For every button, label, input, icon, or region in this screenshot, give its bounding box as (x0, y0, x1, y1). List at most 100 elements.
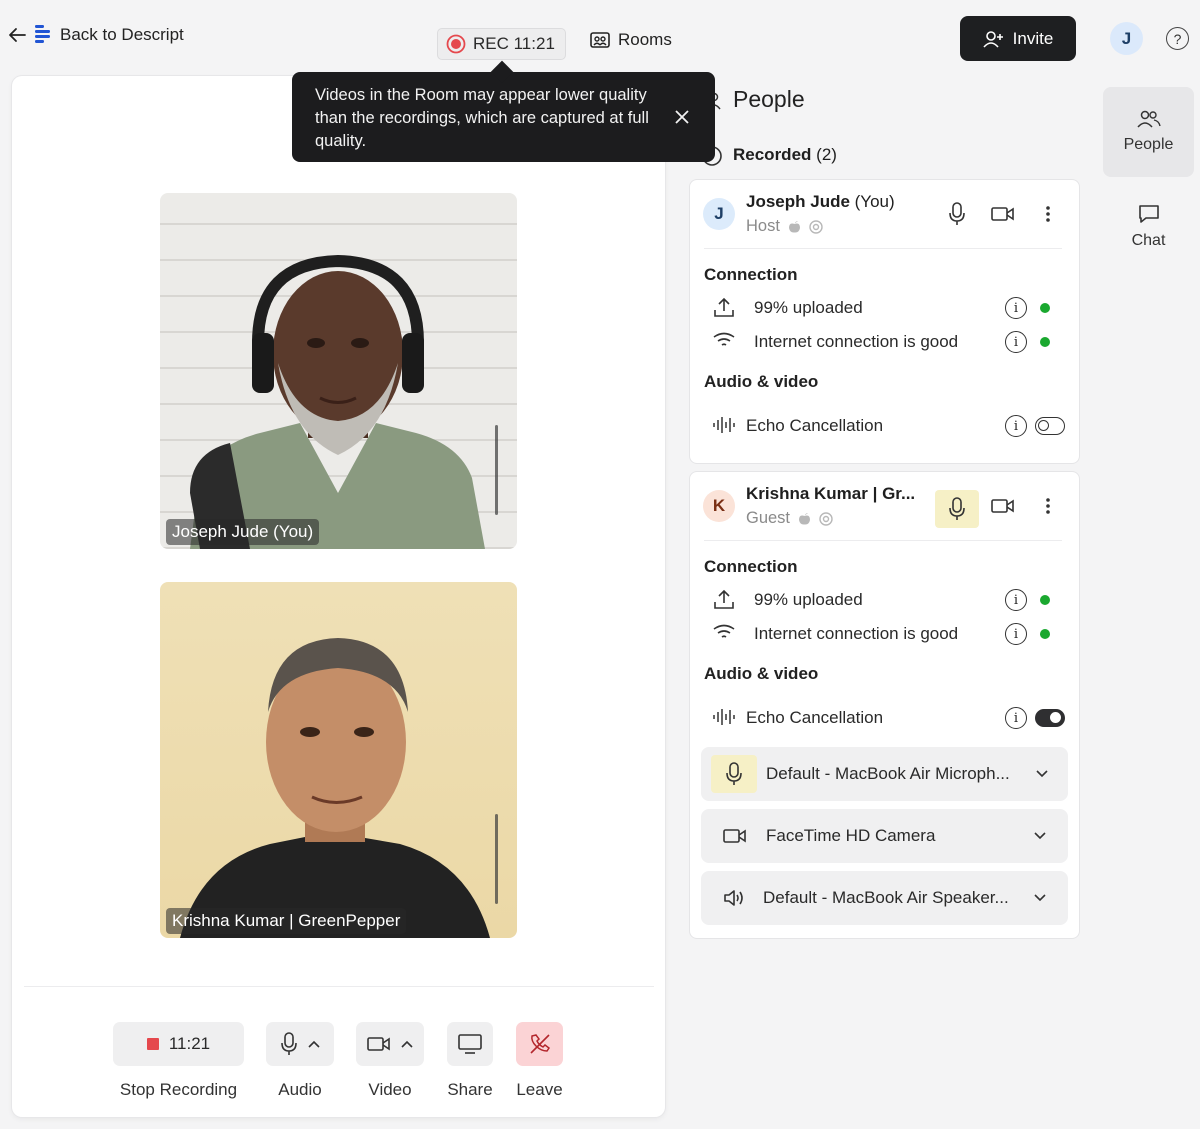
help-button[interactable]: ? (1166, 27, 1189, 50)
share-control[interactable]: Share (447, 1022, 493, 1100)
participant-role-row: Host (746, 217, 895, 236)
participant-name-suffix: (You) (849, 192, 895, 211)
recorded-count: (2) (816, 145, 837, 164)
status-dot (1040, 303, 1050, 313)
browser-icon (819, 511, 833, 526)
recording-indicator: REC 11:21 (437, 28, 566, 60)
camera-select-value: FaceTime HD Camera (766, 826, 936, 845)
recorded-label: Recorded (733, 145, 812, 164)
hang-up-icon (529, 1034, 550, 1054)
echo-cancellation-icon (713, 417, 735, 433)
tooltip-arrow (490, 60, 514, 84)
chat-icon (1138, 205, 1159, 223)
participant-role: Host (746, 217, 780, 235)
speaker-select[interactable]: Default - MacBook Air Speaker... (701, 871, 1068, 925)
video-camera-icon[interactable] (991, 206, 1015, 222)
info-icon[interactable]: i (1005, 707, 1027, 729)
panel-title: People (733, 86, 805, 112)
invite-button[interactable]: Invite (960, 16, 1076, 61)
wifi-icon (713, 624, 735, 638)
video-tile-krishna[interactable]: Krishna Kumar | GreenPepper (160, 582, 517, 938)
recorded-heading: Recorded (2) (733, 145, 837, 165)
video-button[interactable] (356, 1022, 424, 1066)
info-icon[interactable]: i (1005, 297, 1027, 319)
participant-name-text: Krishna Kumar | Gr... (746, 484, 916, 503)
participant-role-row: Guest (746, 509, 915, 528)
audio-button[interactable] (266, 1022, 334, 1066)
stop-recording-control[interactable]: 11:21 Stop Recording (113, 1022, 244, 1100)
video-camera-icon[interactable] (991, 498, 1015, 514)
info-icon[interactable]: i (1005, 415, 1027, 437)
info-icon[interactable]: i (1005, 623, 1027, 645)
rail-people-label: People (1123, 136, 1174, 153)
camera-select[interactable]: FaceTime HD Camera (701, 809, 1068, 863)
participant-name: Joseph Jude (You) (746, 192, 895, 212)
tile-name-label: Krishna Kumar | GreenPepper (166, 908, 407, 934)
apple-icon (788, 220, 800, 233)
participant-card: J Joseph Jude (You) Host Connection 99% … (689, 179, 1080, 464)
connection-heading: Connection (704, 557, 798, 576)
internet-status: Internet connection is good (754, 332, 959, 351)
chevron-up-icon[interactable] (401, 1040, 413, 1048)
status-dot (1040, 595, 1050, 605)
apple-icon (799, 512, 811, 525)
participant-card: K Krishna Kumar | Gr... Guest Connection… (689, 471, 1080, 939)
tile-scroll-indicator (495, 814, 498, 904)
rooms-button[interactable]: Rooms (590, 30, 672, 50)
microphone-icon (949, 497, 965, 520)
quality-tooltip: Videos in the Room may appear lower qual… (292, 60, 715, 162)
echo-cancellation-label: Echo Cancellation (746, 416, 884, 435)
echo-cancellation-toggle[interactable] (1035, 709, 1065, 727)
people-icon (1136, 110, 1161, 128)
info-icon[interactable]: i (1005, 589, 1027, 611)
echo-cancellation-toggle[interactable] (1035, 417, 1065, 435)
stop-recording-label: Stop Recording (119, 1080, 238, 1099)
chevron-up-icon[interactable] (308, 1040, 320, 1048)
wifi-icon (713, 332, 735, 346)
leave-button[interactable] (516, 1022, 563, 1066)
more-options-icon[interactable] (1045, 497, 1051, 515)
microphone-icon (726, 762, 742, 785)
upload-icon (714, 297, 734, 317)
leave-control[interactable]: Leave (516, 1022, 563, 1100)
status-dot (1040, 337, 1050, 347)
internet-status: Internet connection is good (754, 624, 959, 643)
microphone-icon[interactable] (948, 202, 966, 226)
card-divider (704, 540, 1062, 541)
participant-name-text: Joseph Jude (746, 192, 850, 211)
invite-label: Invite (1012, 28, 1054, 48)
rail-chat-label: Chat (1131, 232, 1166, 249)
rail-people-tab[interactable]: People (1103, 87, 1194, 177)
browser-icon (809, 219, 823, 234)
video-control[interactable]: Video (356, 1022, 424, 1100)
video-camera-icon (367, 1037, 390, 1051)
participant-name: Krishna Kumar | Gr... (746, 484, 915, 504)
chevron-down-icon (1034, 894, 1046, 902)
mic-active-highlight[interactable] (935, 490, 979, 528)
stop-square-icon (146, 1038, 159, 1050)
share-button[interactable] (447, 1022, 493, 1066)
info-icon[interactable]: i (1005, 331, 1027, 353)
participant-avatar: K (703, 490, 735, 522)
back-to-descript-link[interactable]: Back to Descript (8, 24, 184, 46)
connection-heading: Connection (704, 265, 798, 284)
rec-timer: REC 11:21 (473, 34, 555, 53)
microphone-select[interactable]: Default - MacBook Air Microph... (701, 747, 1068, 801)
user-avatar[interactable]: J (1110, 22, 1143, 55)
video-tile-joseph[interactable]: Joseph Jude (You) (160, 193, 517, 549)
audio-control[interactable]: Audio (266, 1022, 334, 1100)
rooms-label: Rooms (618, 30, 672, 49)
tooltip-text: Videos in the Room may appear lower qual… (315, 86, 649, 150)
rail-chat-tab[interactable]: Chat (1103, 196, 1194, 266)
microphone-icon (281, 1032, 297, 1055)
close-icon[interactable] (674, 109, 690, 125)
stop-recording-button[interactable]: 11:21 (113, 1022, 244, 1066)
more-options-icon[interactable] (1045, 205, 1051, 223)
speaker-select-value: Default - MacBook Air Speaker... (763, 888, 1009, 907)
add-user-icon (983, 30, 1003, 48)
participant-role: Guest (746, 509, 791, 527)
tile-scroll-indicator (495, 425, 498, 515)
controls-divider (24, 986, 654, 987)
share-label: Share (447, 1080, 493, 1099)
echo-cancellation-icon (713, 709, 735, 725)
